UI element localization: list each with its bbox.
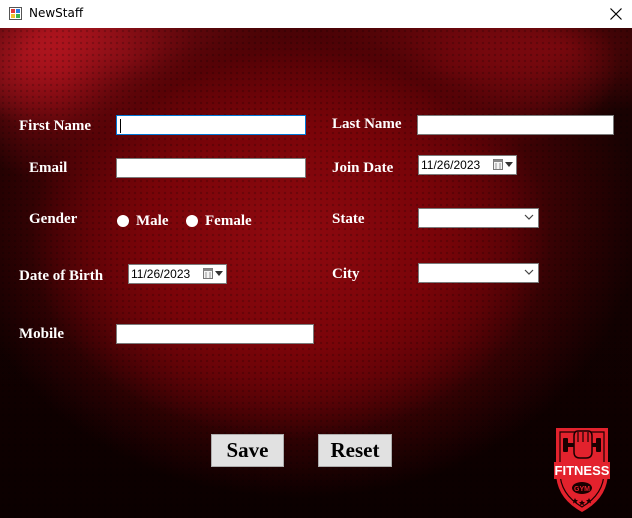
state-label: State [332,211,365,227]
join-date-picker[interactable]: 11/26/2023 [418,155,517,175]
chevron-down-icon [524,269,534,275]
app-icon [9,7,22,20]
email-input[interactable] [116,158,306,178]
first-name-label: First Name [19,118,92,134]
calendar-icon [203,268,213,279]
dob-label: Date of Birth [19,268,104,284]
chevron-down-icon [524,214,534,220]
fitness-gym-logo: FITNESS GYM [554,428,610,512]
reset-button[interactable]: Reset [318,434,392,467]
join-date-label: Join Date [332,160,394,176]
mobile-input[interactable] [116,324,314,344]
email-label: Email [29,160,68,176]
dob-value: 11/26/2023 [131,267,191,281]
male-radio-label[interactable]: Male [136,213,168,230]
close-icon [610,8,622,20]
state-combobox[interactable] [418,208,539,228]
calendar-icon [493,159,503,170]
city-label: City [332,266,360,282]
title-bar: NewStaff [0,0,632,28]
save-button[interactable]: Save [211,434,284,467]
dob-date-picker[interactable]: 11/26/2023 [128,264,227,284]
close-button[interactable] [600,0,632,28]
male-radio[interactable] [117,215,129,227]
mobile-label: Mobile [19,326,64,342]
dropdown-arrow-icon [215,271,223,276]
join-date-value: 11/26/2023 [421,158,481,172]
logo-text-fitness: FITNESS [555,463,610,478]
form-background: First Name Last Name Email Join Date 11/… [0,28,632,518]
dropdown-arrow-icon [505,162,513,167]
female-radio-label[interactable]: Female [205,213,252,230]
logo-text-gym: GYM [574,486,590,493]
last-name-input[interactable] [417,115,614,135]
female-radio[interactable] [186,215,198,227]
text-caret [120,119,121,133]
last-name-label: Last Name [332,116,402,132]
first-name-input[interactable] [116,115,306,135]
city-combobox[interactable] [418,263,539,283]
gender-label: Gender [29,211,78,227]
window-title: NewStaff [29,6,84,20]
